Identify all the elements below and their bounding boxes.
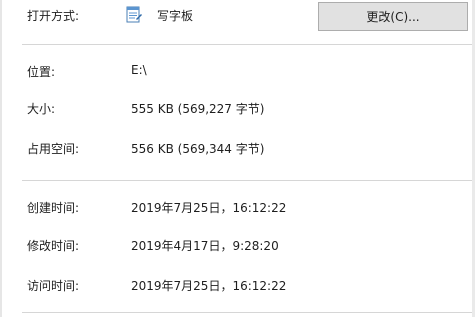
location-label: 位置: bbox=[27, 65, 56, 79]
open-with-row: 打开方式: 写字板 更改(C)... bbox=[0, 2, 475, 31]
accessed-label: 访问时间: bbox=[27, 279, 80, 293]
file-properties-general-panel: 打开方式: 写字板 更改(C)... 位置: E:\ 大小: 555 KB (5… bbox=[0, 0, 475, 317]
size-on-disk-row: 占用空间: 556 KB (569,344 字节) bbox=[0, 137, 475, 159]
modified-row: 修改时间: 2019年4月17日，9:28:20 bbox=[0, 234, 475, 256]
size-row: 大小: 555 KB (569,227 字节) bbox=[0, 97, 475, 119]
size-label: 大小: bbox=[27, 102, 56, 116]
created-row: 创建时间: 2019年7月25日，16:12:22 bbox=[0, 196, 475, 218]
open-with-app-name: 写字板 bbox=[157, 9, 194, 23]
location-value: E:\ bbox=[131, 63, 147, 77]
modified-value: 2019年4月17日，9:28:20 bbox=[131, 239, 279, 253]
open-with-label: 打开方式: bbox=[27, 9, 80, 23]
divider-2 bbox=[22, 180, 472, 181]
size-value: 555 KB (569,227 字节) bbox=[131, 102, 265, 116]
wordpad-icon bbox=[126, 6, 142, 24]
created-label: 创建时间: bbox=[27, 201, 80, 215]
location-row: 位置: E:\ bbox=[0, 60, 475, 82]
size-on-disk-label: 占用空间: bbox=[27, 142, 80, 156]
accessed-value: 2019年7月25日，16:12:22 bbox=[131, 279, 287, 293]
size-on-disk-value: 556 KB (569,344 字节) bbox=[131, 142, 265, 156]
created-value: 2019年7月25日，16:12:22 bbox=[131, 201, 287, 215]
modified-label: 修改时间: bbox=[27, 239, 80, 253]
divider-1 bbox=[22, 44, 472, 45]
change-button[interactable]: 更改(C)... bbox=[318, 2, 468, 31]
divider-3 bbox=[22, 312, 472, 313]
accessed-row: 访问时间: 2019年7月25日，16:12:22 bbox=[0, 274, 475, 296]
